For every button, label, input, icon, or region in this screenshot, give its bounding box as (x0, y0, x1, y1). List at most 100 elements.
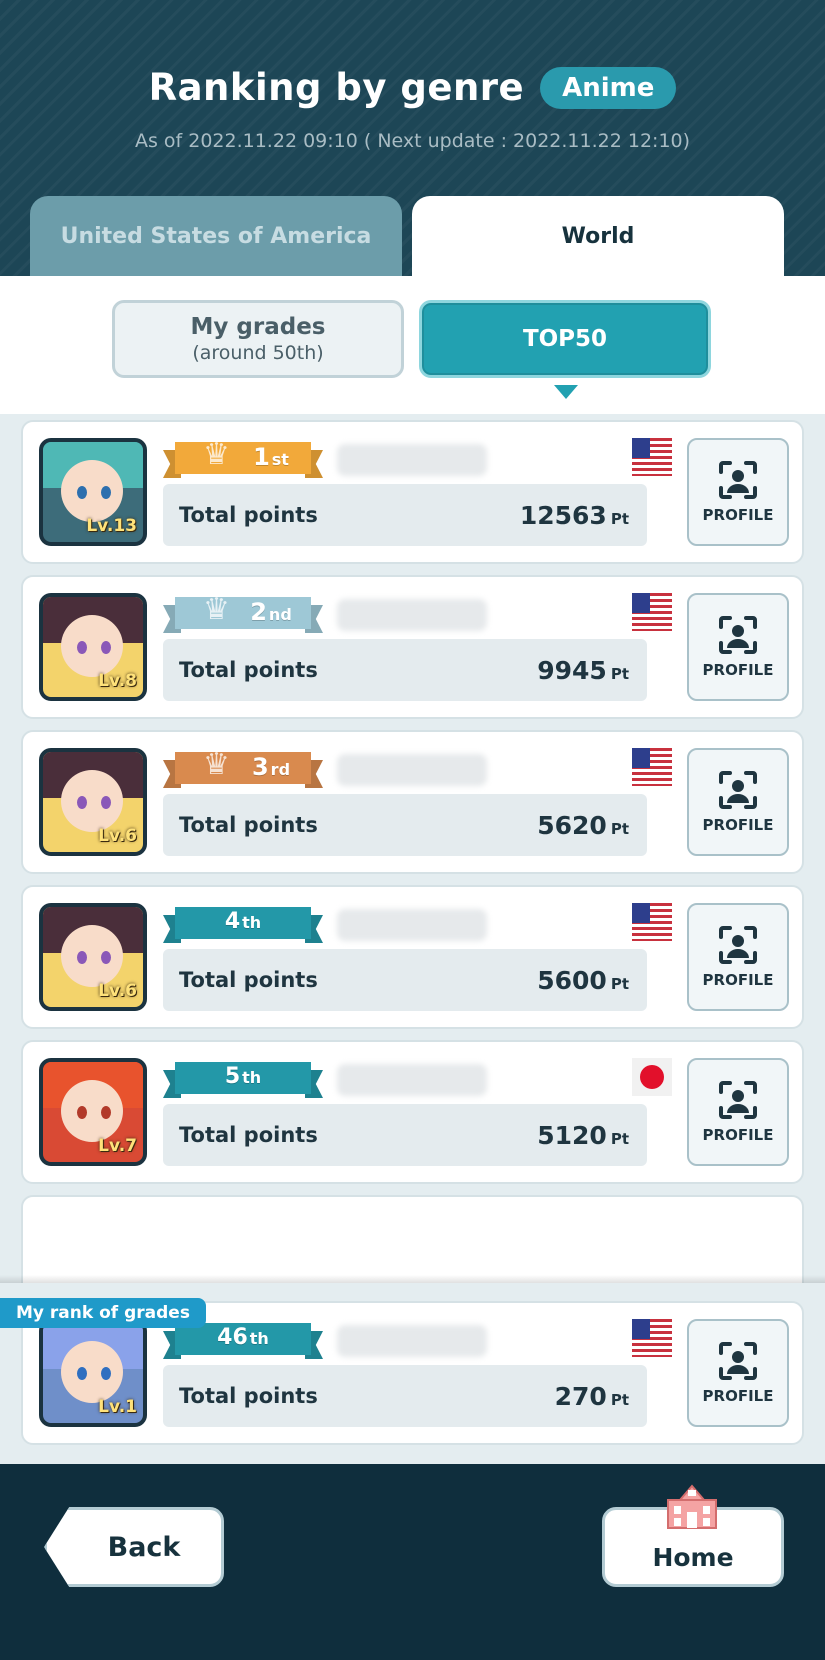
points-unit: Pt (610, 509, 629, 528)
total-points-value: 270 Pt (555, 1382, 629, 1411)
flag-japan-icon (632, 1058, 672, 1096)
level-label: Lv.6 (98, 981, 137, 1001)
profile-button[interactable]: PROFILE (687, 593, 789, 701)
page-header: Ranking by genre Anime As of 2022.11.22 … (0, 0, 825, 276)
rank-suffix: th (242, 913, 262, 932)
rank-suffix: th (242, 1068, 262, 1087)
profile-scan-icon (719, 616, 757, 654)
profile-button[interactable]: PROFILE (687, 903, 789, 1011)
my-grades-sublabel: (around 50th) (192, 342, 324, 364)
profile-scan-icon (719, 1342, 757, 1380)
flag-usa-icon (632, 1319, 672, 1357)
profile-scan-icon (719, 1081, 757, 1119)
points-unit: Pt (610, 974, 629, 993)
points-number: 9945 (537, 655, 607, 685)
total-points-label: Total points (179, 658, 318, 682)
rank-ribbon: 5th (163, 1058, 323, 1098)
rank-ribbon: 4th (163, 903, 323, 943)
profile-scan-icon (719, 771, 757, 809)
player-name-redacted (337, 909, 487, 941)
tab-usa[interactable]: United States of America (30, 196, 402, 276)
profile-scan-icon (719, 926, 757, 964)
points-number: 5620 (537, 810, 607, 840)
ranking-mode-toggle: My grades (around 50th) TOP50 (0, 276, 825, 414)
rank-text: 3rd (191, 752, 351, 785)
tab-world[interactable]: World (412, 196, 784, 276)
level-label: Lv.13 (86, 516, 137, 536)
rank-text: 5th (163, 1062, 323, 1093)
total-points-label: Total points (179, 968, 318, 992)
home-building-icon (667, 1484, 717, 1529)
player-name-redacted (337, 1064, 487, 1096)
rank-text: 1st (191, 442, 351, 475)
total-points-value: 12563 Pt (520, 501, 629, 530)
points-unit: Pt (610, 664, 629, 683)
profile-button[interactable]: PROFILE (687, 1319, 789, 1427)
points-number: 270 (554, 1381, 607, 1411)
profile-button-label: PROFILE (702, 971, 774, 989)
rank-suffix: st (271, 450, 289, 469)
level-label: Lv.7 (98, 1136, 137, 1156)
rank-number: 2 (250, 598, 267, 626)
profile-scan-icon (719, 461, 757, 499)
total-points-value: 9945 Pt (537, 656, 629, 685)
my-rank-label: My rank of grades (0, 1298, 206, 1328)
avatar: Lv.6 (39, 748, 147, 856)
profile-button-label: PROFILE (702, 1126, 774, 1144)
rank-number: 1 (253, 443, 270, 471)
total-points-row: Total points 270 Pt (163, 1365, 647, 1427)
profile-button[interactable]: PROFILE (687, 748, 789, 856)
total-points-label: Total points (179, 503, 318, 527)
total-points-row: Total points 5620 Pt (163, 794, 647, 856)
rank-number: 3 (251, 753, 269, 781)
rank-suffix: nd (268, 605, 292, 624)
rank-suffix: rd (270, 760, 291, 779)
flag-usa-icon (632, 438, 672, 476)
avatar: Lv.8 (39, 593, 147, 701)
my-rank-panel: My rank of grades Lv.1 46th Total points 27… (0, 1275, 825, 1464)
total-points-value: 5120 Pt (537, 1121, 629, 1150)
page-title: Ranking by genre (148, 66, 525, 109)
total-points-row: Total points 5120 Pt (163, 1104, 647, 1166)
avatar: Lv.6 (39, 903, 147, 1011)
ranking-row[interactable]: Lv.8 ♛ 2nd Total points 9945 Pt PROFILE (21, 575, 804, 719)
avatar: Lv.13 (39, 438, 147, 546)
title-row: Ranking by genre Anime (0, 66, 825, 109)
ranking-row[interactable]: Lv.6 4th Total points 5600 Pt PROFILE (21, 885, 804, 1029)
total-points-label: Total points (179, 813, 318, 837)
level-label: Lv.8 (98, 671, 137, 691)
points-unit: Pt (610, 1129, 629, 1148)
profile-button-label: PROFILE (702, 506, 774, 524)
profile-button[interactable]: PROFILE (687, 438, 789, 546)
my-grades-button[interactable]: My grades (around 50th) (112, 300, 404, 378)
rank-text: 4th (163, 907, 323, 938)
player-name-redacted (337, 599, 487, 631)
player-name-redacted (337, 754, 487, 786)
profile-button-label: PROFILE (702, 661, 774, 679)
profile-button[interactable]: PROFILE (687, 1058, 789, 1166)
player-name-redacted (337, 1325, 487, 1357)
total-points-value: 5620 Pt (537, 811, 629, 840)
rank-text: 2nd (191, 597, 351, 630)
profile-button-label: PROFILE (702, 1387, 774, 1405)
genre-badge: Anime (540, 66, 677, 109)
profile-button-label: PROFILE (702, 816, 774, 834)
top50-button[interactable]: TOP50 (419, 300, 711, 378)
flag-usa-icon (632, 748, 672, 786)
rank-ribbon: ♛ 2nd (163, 593, 323, 633)
back-button-label: Back (107, 1531, 181, 1563)
ranking-row[interactable]: Lv.7 5th Total points 5120 Pt PROFILE (21, 1040, 804, 1184)
total-points-row: Total points 12563 Pt (163, 484, 647, 546)
rank-ribbon: ♛ 1st (163, 438, 323, 478)
flag-usa-icon (632, 593, 672, 631)
points-unit: Pt (610, 1390, 629, 1409)
avatar: Lv.7 (39, 1058, 147, 1166)
ranking-row[interactable]: Lv.6 ♛ 3rd Total points 5620 Pt PROFILE (21, 730, 804, 874)
rank-suffix: th (249, 1329, 269, 1348)
last-updated-text: As of 2022.11.22 09:10 ( Next update : 2… (134, 130, 691, 152)
back-button[interactable]: Back (44, 1507, 224, 1587)
rank-number: 46 (217, 1325, 248, 1350)
rank-number: 4 (224, 909, 241, 934)
total-points-row: Total points 5600 Pt (163, 949, 647, 1011)
ranking-row[interactable]: Lv.13 ♛ 1st Total points 12563 Pt PROFILE (21, 420, 804, 564)
